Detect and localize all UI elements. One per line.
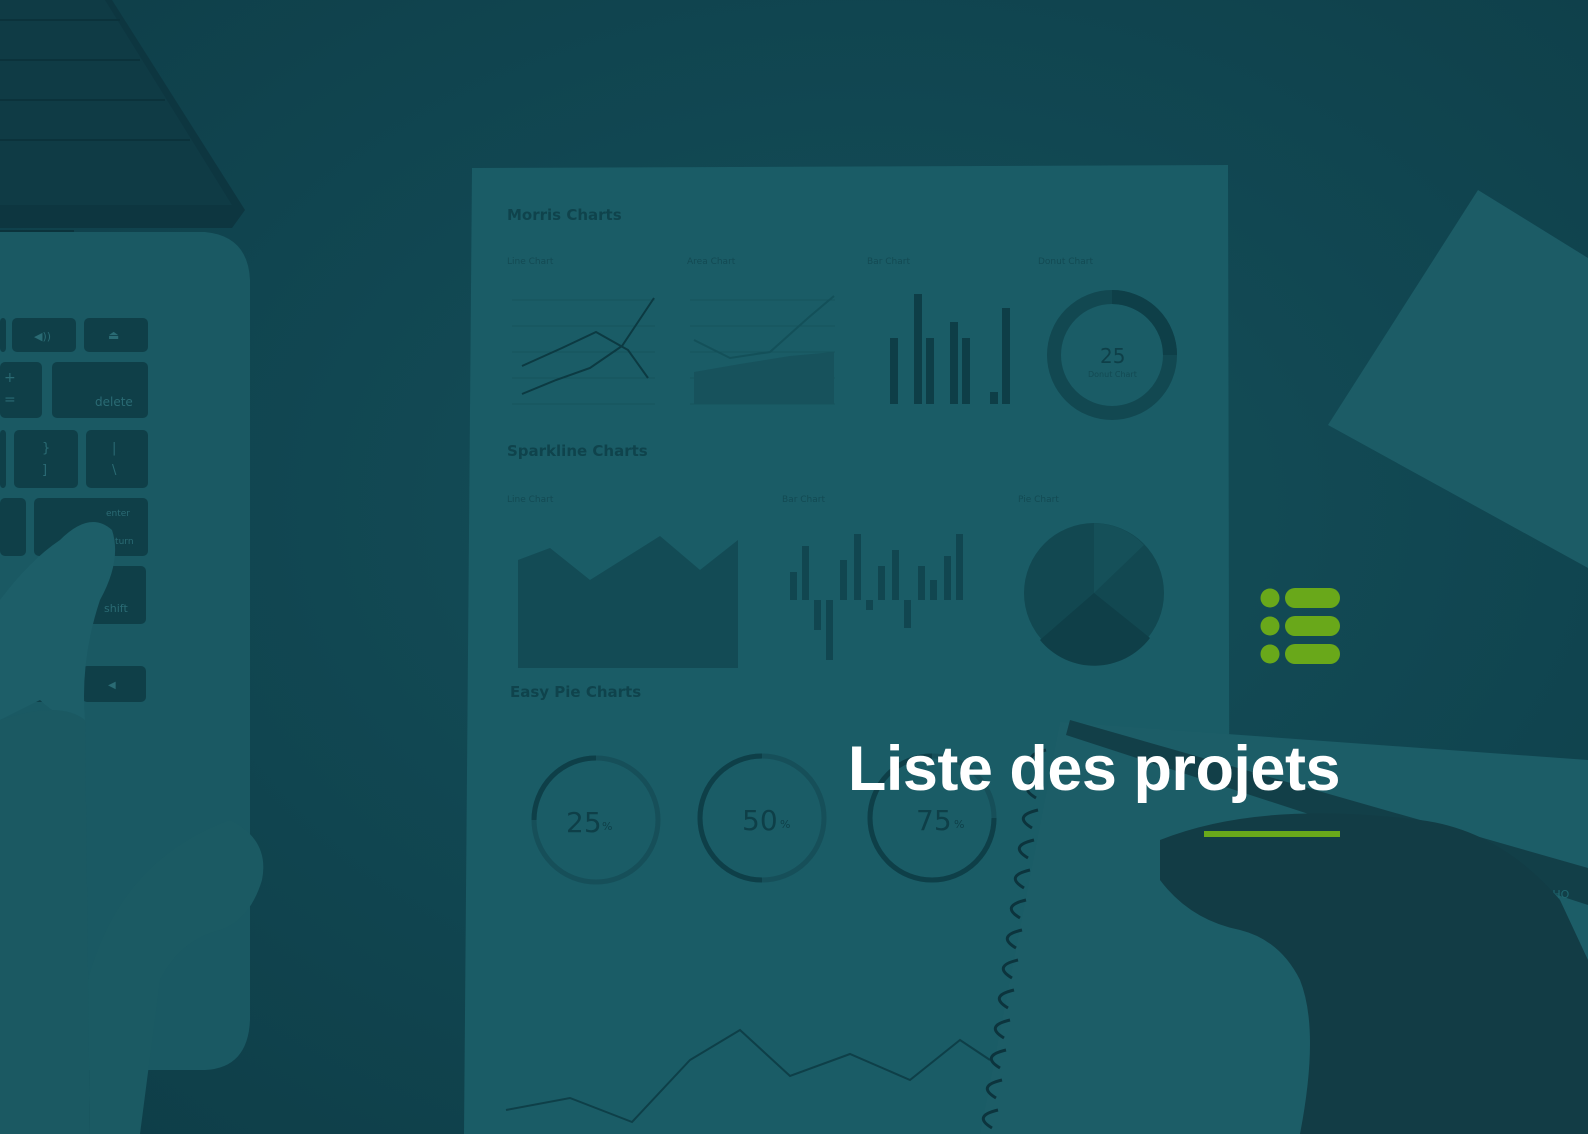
- page-title: Liste des projets: [847, 734, 1341, 804]
- svg-text:|: |: [112, 441, 116, 456]
- svg-text:Donut Chart: Donut Chart: [1038, 257, 1093, 267]
- svg-text:25: 25: [566, 806, 602, 839]
- svg-text:%: %: [602, 820, 612, 833]
- cover-page: ◀)) ⏏ + = delete } ] | \ enter return sh…: [0, 0, 1588, 1134]
- title-underline: [1204, 831, 1340, 837]
- key-delete: [52, 362, 148, 418]
- svg-text:◀)): ◀)): [34, 330, 51, 343]
- svg-text:◀: ◀: [108, 680, 116, 691]
- svg-text:Bar Chart: Bar Chart: [782, 495, 825, 505]
- title-block: Liste des projets: [780, 588, 1341, 848]
- svg-text:\: \: [112, 463, 117, 478]
- svg-text:50: 50: [742, 804, 778, 837]
- svg-text:Pie Chart: Pie Chart: [1018, 495, 1059, 505]
- svg-text:Bar Chart: Bar Chart: [867, 257, 910, 267]
- svg-text:]: ]: [42, 463, 47, 478]
- svg-text:Line Chart: Line Chart: [507, 257, 554, 267]
- svg-text:Donut Chart: Donut Chart: [1088, 370, 1137, 379]
- sticky-note: [1328, 190, 1588, 568]
- svg-text:Line Chart: Line Chart: [507, 495, 554, 505]
- svg-text:Sparkline Charts: Sparkline Charts: [507, 442, 648, 460]
- svg-text:delete: delete: [95, 395, 133, 409]
- svg-text:Morris Charts: Morris Charts: [507, 206, 622, 224]
- svg-text:Area Chart: Area Chart: [687, 257, 736, 267]
- laptop-screen: [0, 0, 245, 272]
- svg-text:Easy Pie Charts: Easy Pie Charts: [510, 683, 641, 701]
- svg-text:25: 25: [1100, 344, 1125, 368]
- svg-text:shift: shift: [104, 602, 128, 615]
- svg-text:=: =: [4, 392, 16, 408]
- svg-text:enter: enter: [106, 509, 130, 519]
- svg-text:}: }: [42, 441, 50, 456]
- background-photo: ◀)) ⏏ + = delete } ] | \ enter return sh…: [0, 0, 1588, 1134]
- list-icon: [1260, 588, 1340, 664]
- svg-text:+: +: [4, 370, 16, 386]
- svg-text:⏏: ⏏: [108, 328, 119, 342]
